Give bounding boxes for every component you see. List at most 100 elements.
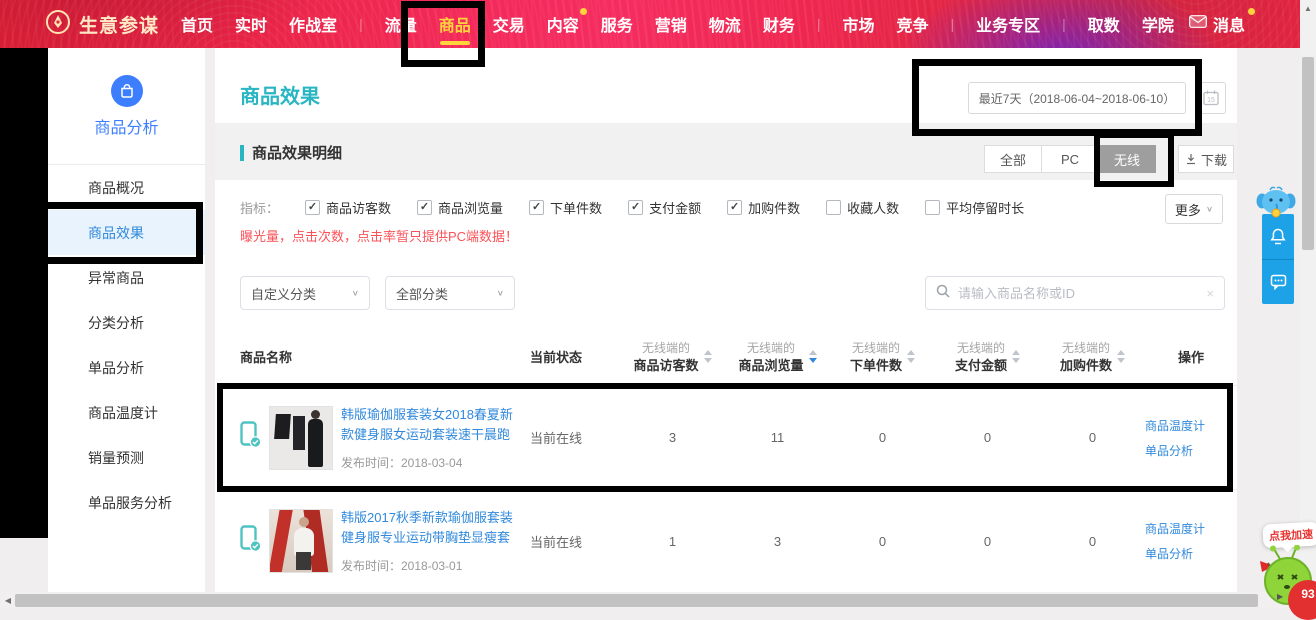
- checkbox-favorite-users[interactable]: 收藏人数: [826, 198, 899, 217]
- sort-carets[interactable]: [704, 350, 712, 363]
- horizontal-scrollbar-thumb[interactable]: [15, 594, 1258, 607]
- col-wireless-cart[interactable]: 无线端的加购件数: [1040, 340, 1145, 374]
- product-thermometer-link[interactable]: 商品温度计: [1145, 417, 1237, 434]
- nav-item-logistics[interactable]: 物流: [709, 0, 741, 48]
- nav-item-home[interactable]: 首页: [181, 0, 213, 48]
- checkbox-order-items[interactable]: ✓下单件数: [529, 198, 602, 217]
- image-shape: [308, 419, 323, 467]
- checkbox-mark: ✓: [420, 201, 429, 214]
- nav-item-product[interactable]: 商品: [439, 0, 471, 48]
- sidebar-item-product-effect[interactable]: 商品效果: [48, 210, 205, 255]
- single-item-analysis-link[interactable]: 单品分析: [1145, 545, 1237, 562]
- chevron-down-icon: ∨: [497, 289, 504, 298]
- checkbox-avg-stay-time[interactable]: 平均停留时长: [925, 198, 1024, 217]
- sidebar-item-abnormal-products[interactable]: 异常商品: [48, 255, 205, 300]
- section-title: 商品效果明细: [240, 142, 342, 163]
- nav-item-academy[interactable]: 学院: [1142, 0, 1174, 48]
- publish-time: 发布时间：2018-03-04: [341, 454, 516, 471]
- screen: 生意参谋 首页 实时 作战室 | 流量 商品 交易 内容 服务 营销 物流 财务…: [0, 0, 1316, 609]
- col-wireless-visitors[interactable]: 无线端的商品访客数: [620, 340, 725, 374]
- checkbox-mark: ✓: [730, 201, 739, 214]
- wireless-cart-value: 0: [1040, 430, 1145, 445]
- single-item-analysis-link[interactable]: 单品分析: [1145, 442, 1237, 459]
- sort-carets-active-desc[interactable]: [809, 350, 817, 363]
- image-shape: [311, 410, 320, 419]
- sidebar-item-product-overview[interactable]: 商品概况: [48, 165, 205, 210]
- device-tab-wireless[interactable]: 无线: [1098, 145, 1156, 173]
- nav-separator: |: [951, 16, 955, 32]
- nav-item-trade[interactable]: 交易: [493, 0, 525, 48]
- product-cell: 韩版瑜伽服套装女2018春夏新款健身服女运动套装速干晨跑服四 发布时间：2018…: [240, 405, 525, 471]
- nav-item-content[interactable]: 内容: [547, 0, 579, 48]
- device-tab-group: 全部 PC 无线: [985, 145, 1156, 173]
- vertical-scrollbar[interactable]: ▲: [1300, 0, 1316, 609]
- col-wireless-orders[interactable]: 无线端的下单件数: [830, 340, 935, 374]
- checkbox-product-views[interactable]: ✓商品浏览量: [417, 198, 503, 217]
- download-button[interactable]: 下载: [1178, 145, 1234, 173]
- clear-search-icon[interactable]: ×: [1206, 286, 1214, 301]
- sidebar-item-single-item-service[interactable]: 单品服务分析: [48, 480, 205, 525]
- scroll-up-arrow[interactable]: ▲: [1300, 2, 1316, 16]
- nav-item-warroom[interactable]: 作战室: [289, 0, 337, 48]
- sidebar-header: 商品分析: [48, 48, 205, 165]
- download-label: 下载: [1201, 150, 1227, 169]
- sidebar-item-product-thermometer[interactable]: 商品温度计: [48, 390, 205, 435]
- product-thermometer-link[interactable]: 商品温度计: [1145, 520, 1237, 537]
- elephant-mascot[interactable]: [1255, 186, 1297, 223]
- status-value: 当前在线: [525, 532, 620, 551]
- product-text-block: 韩版2017秋季新款瑜伽服套装健身服专业运动带胸垫显瘦套装健 发布时间：2018…: [341, 508, 516, 574]
- col-product-name: 商品名称: [240, 347, 525, 366]
- nav-separator: |: [817, 16, 821, 32]
- nav-item-data-fetch[interactable]: 取数: [1088, 0, 1120, 48]
- product-image[interactable]: [269, 509, 333, 573]
- scroll-left-arrow[interactable]: ◀: [1, 592, 15, 609]
- wireless-orders-value: 0: [830, 534, 935, 549]
- product-image[interactable]: [269, 406, 333, 470]
- sort-carets[interactable]: [907, 350, 915, 363]
- col-wireless-views[interactable]: 无线端的商品浏览量: [725, 340, 830, 374]
- checkbox-cart-items[interactable]: ✓加购件数: [727, 198, 800, 217]
- search-input[interactable]: [958, 286, 1198, 301]
- nav-item-traffic[interactable]: 流量: [385, 0, 417, 48]
- col-wireless-payment[interactable]: 无线端的支付金额: [935, 340, 1040, 374]
- horizontal-scrollbar[interactable]: ◀: [0, 592, 1300, 609]
- nav-message[interactable]: 消息: [1189, 12, 1245, 36]
- nav-item-marketing[interactable]: 营销: [655, 0, 687, 48]
- indicator-row: 指标： ✓商品访客数 ✓商品浏览量 ✓下单件数 ✓支付金额 ✓加购件数 收藏人数…: [240, 198, 1157, 217]
- nav-item-finance[interactable]: 财务: [763, 0, 795, 48]
- nav-item-service[interactable]: 服务: [601, 0, 633, 48]
- wireless-payment-value: 0: [935, 534, 1040, 549]
- device-tab-pc[interactable]: PC: [1041, 145, 1099, 173]
- vertical-scrollbar-thumb[interactable]: [1302, 57, 1314, 250]
- all-category-select[interactable]: 全部分类∨: [385, 276, 515, 310]
- sort-carets[interactable]: [1117, 350, 1125, 363]
- counter-badge[interactable]: 93: [1288, 580, 1316, 620]
- device-tab-all[interactable]: 全部: [984, 145, 1042, 173]
- checkbox-payment-amount[interactable]: ✓支付金额: [628, 198, 701, 217]
- calendar-button[interactable]: 15: [1196, 82, 1226, 114]
- checkbox-box: ✓: [628, 200, 643, 215]
- date-range-selector[interactable]: 最近7天（2018-06-04~2018-06-10）: [968, 82, 1186, 114]
- collapse-arrow-icon[interactable]: ▶: [1277, 592, 1283, 601]
- nav-item-business-zone[interactable]: 业务专区: [976, 0, 1040, 48]
- metric-prefix: 无线端的: [852, 340, 900, 357]
- nav-item-market[interactable]: 市场: [842, 0, 874, 48]
- nav-item-competition[interactable]: 竞争: [896, 0, 928, 48]
- brand-logo[interactable]: 生意参谋: [45, 9, 159, 40]
- checkbox-box: ✓: [417, 200, 432, 215]
- custom-category-select[interactable]: 自定义分类∨: [240, 276, 370, 310]
- sidebar-item-single-item-analysis[interactable]: 单品分析: [48, 345, 205, 390]
- metric-label: 商品浏览量: [738, 357, 803, 374]
- pc-data-note: 曝光量，点击次数，点击率暂只提供PC端数据！: [240, 226, 518, 245]
- metric-prefix: 无线端的: [747, 340, 795, 357]
- sidebar-item-category-analysis[interactable]: 分类分析: [48, 300, 205, 345]
- feedback-chat-button[interactable]: [1262, 259, 1294, 304]
- product-title-link[interactable]: 韩版瑜伽服套装女2018春夏新款健身服女运动套装速干晨跑服四: [341, 405, 516, 445]
- more-button[interactable]: 更多∨: [1165, 194, 1223, 224]
- product-title-link[interactable]: 韩版2017秋季新款瑜伽服套装健身服专业运动带胸垫显瘦套装健: [341, 508, 516, 548]
- nav-item-realtime[interactable]: 实时: [235, 0, 267, 48]
- sidebar-item-sales-forecast[interactable]: 销量预测: [48, 435, 205, 480]
- table-row: 韩版2017秋季新款瑜伽服套装健身服专业运动带胸垫显瘦套装健 发布时间：2018…: [240, 489, 1237, 592]
- checkbox-product-visitors[interactable]: ✓商品访客数: [305, 198, 391, 217]
- sort-carets[interactable]: [1012, 350, 1020, 363]
